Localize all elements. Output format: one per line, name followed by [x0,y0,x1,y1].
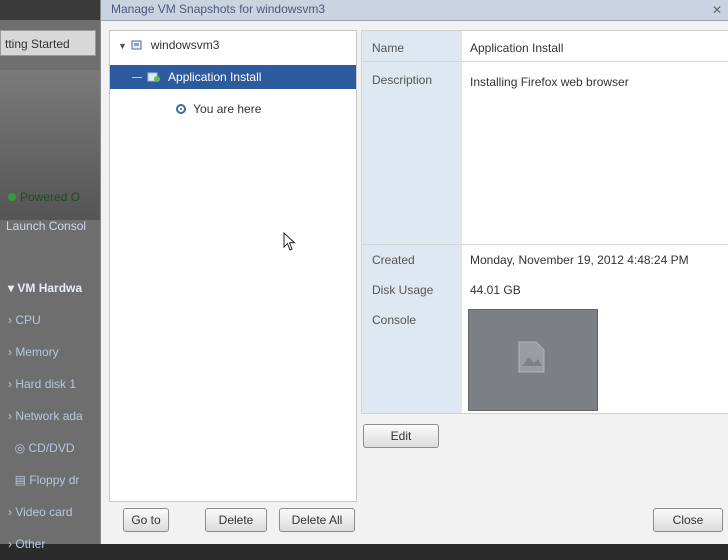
location-marker-icon [176,104,186,114]
snapshot-tree: ▼ windowsvm3 Application Install You are… [109,30,357,502]
tree-connector [132,77,142,79]
console-label: Console [372,313,417,327]
delete-all-button[interactable]: Delete All [279,508,355,532]
created-value: Monday, November 19, 2012 4:48:24 PM [470,253,689,267]
snapshot-manager-dialog: Manage VM Snapshots for windowsvm3 ✕ ▼ w… [100,0,728,544]
tree-root-label: windowsvm3 [150,38,220,52]
hardware-item[interactable]: › Video card [0,496,104,528]
dialog-footer: Go to Delete Delete All Close [101,500,728,544]
hardware-item[interactable]: › CPU [0,304,104,336]
launch-console-link[interactable]: Launch Consol [0,214,110,238]
close-icon[interactable]: ✕ [712,1,722,19]
divider [362,61,728,62]
snapshot-label: Application Install [168,70,262,84]
close-button[interactable]: Close [653,508,723,532]
power-status-label: Powered O [20,190,81,204]
hardware-item[interactable]: ▤ Floppy dr [0,464,104,496]
vm-hardware-list: ▾ VM Hardwa › CPU › Memory › Hard disk 1… [0,272,104,560]
divider [362,244,728,245]
dialog-titlebar: Manage VM Snapshots for windowsvm3 ✕ [101,0,728,21]
power-status: Powered O [0,182,104,212]
hardware-item[interactable]: › Hard disk 1 [0,368,104,400]
name-value: Application Install [470,41,564,55]
snapshot-icon [147,72,161,82]
hardware-item[interactable]: ◎ CD/DVD [0,432,104,464]
hardware-item[interactable]: › Memory [0,336,104,368]
disk-usage-value: 44.01 GB [470,283,521,297]
you-are-here-label: You are here [193,102,262,116]
getting-started-tab[interactable]: tting Started [0,30,96,56]
you-are-here-marker: You are here [176,97,261,121]
hardware-item[interactable]: › Other [0,528,104,560]
description-value: Installing Firefox web browser [470,75,629,89]
vm-icon [131,40,142,50]
snapshot-details: Name Application Install Description Ins… [361,30,728,414]
description-label: Description [372,73,433,87]
mouse-cursor-icon [283,232,296,251]
hardware-item[interactable]: › Network ada [0,400,104,432]
dialog-title: Manage VM Snapshots for windowsvm3 [111,2,326,16]
edit-button[interactable]: Edit [363,424,439,448]
disk-usage-label: Disk Usage [372,283,434,297]
created-label: Created [372,253,415,267]
expand-caret-icon[interactable]: ▼ [118,34,128,58]
name-label: Name [372,41,405,55]
tree-root-vm[interactable]: ▼ windowsvm3 [118,33,219,57]
vm-hardware-header[interactable]: ▾ VM Hardwa [0,272,104,304]
snapshot-item-application-install[interactable]: Application Install [110,65,356,89]
power-on-icon [8,193,16,201]
label-column [362,31,462,413]
console-preview [468,309,598,411]
broken-image-icon [518,341,545,373]
go-to-button[interactable]: Go to [123,508,169,532]
delete-button[interactable]: Delete [205,508,267,532]
